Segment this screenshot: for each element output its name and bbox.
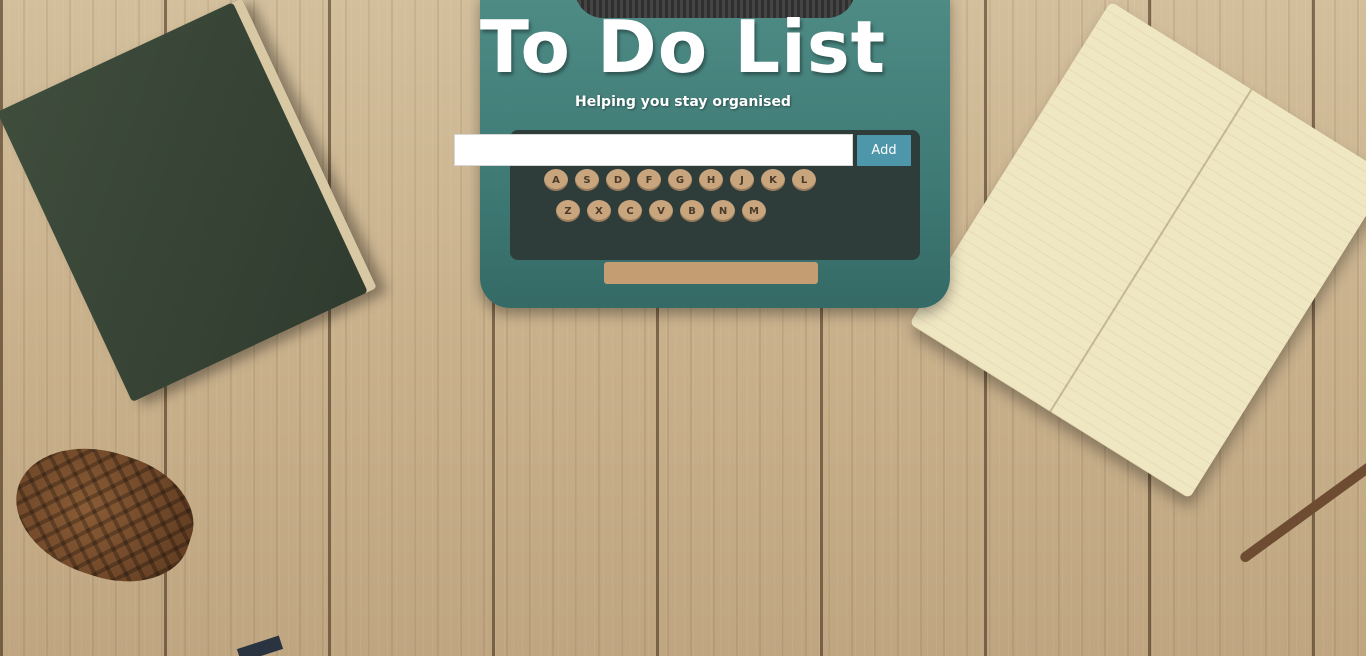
typewriter-key: S [575, 169, 599, 191]
key-row-2: ASDFGHJKL [544, 169, 913, 191]
typewriter-key: D [606, 169, 630, 191]
add-button[interactable]: Add [857, 134, 911, 166]
typewriter-key: Z [556, 200, 580, 222]
typewriter-key: B [680, 200, 704, 222]
notebook-fold [1049, 88, 1253, 413]
typewriter-key: V [649, 200, 673, 222]
typewriter-key: L [792, 169, 816, 191]
typewriter-key: M [742, 200, 766, 222]
typewriter-key: F [637, 169, 661, 191]
typewriter-key: A [544, 169, 568, 191]
add-task-form: Add [454, 134, 911, 166]
typewriter-key: H [699, 169, 723, 191]
key-row-3: ZXCVBNM [556, 200, 913, 222]
typewriter-key: C [618, 200, 642, 222]
typewriter-spacebar [604, 262, 818, 284]
typewriter-key: N [711, 200, 735, 222]
typewriter-key: G [668, 169, 692, 191]
page-subtitle: Helping you stay organised [575, 94, 791, 110]
typewriter-key: K [761, 169, 785, 191]
page-title: To Do List [479, 5, 887, 89]
typewriter-key: J [730, 169, 754, 191]
typewriter-key: X [587, 200, 611, 222]
task-input[interactable] [454, 134, 853, 166]
